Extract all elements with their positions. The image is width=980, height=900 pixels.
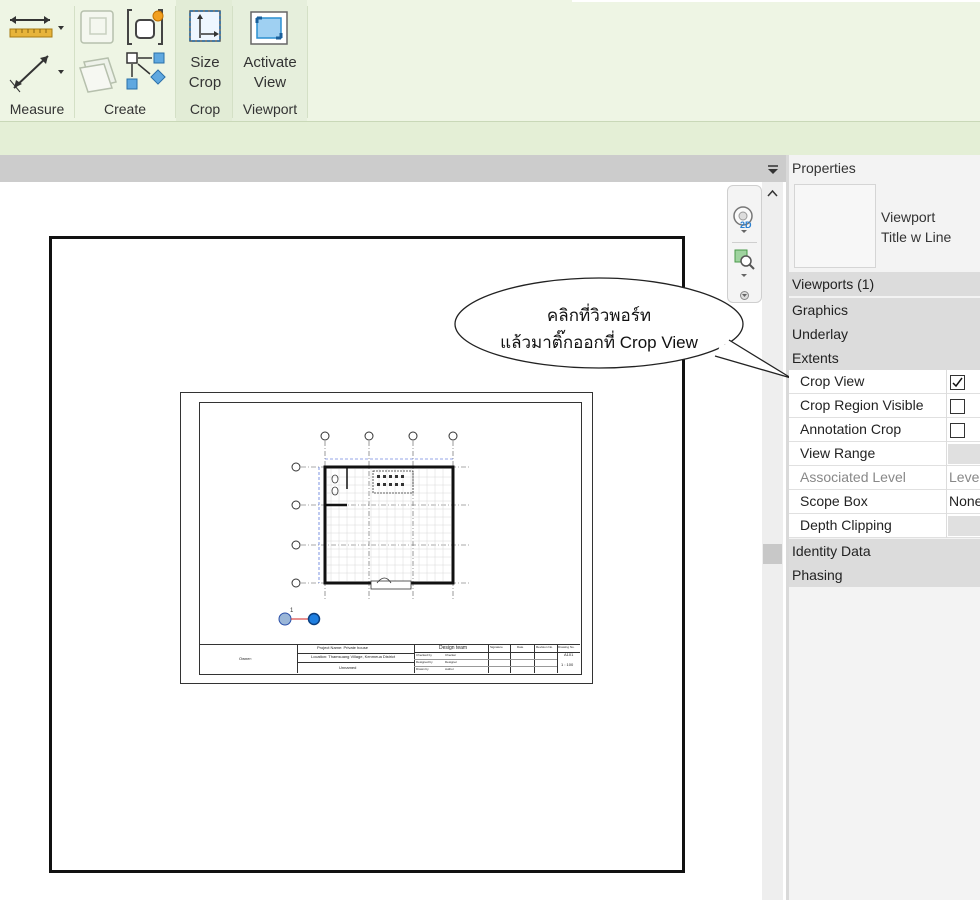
type-preview-thumbnail [794,184,876,268]
tb-design-team: Design team [439,645,468,651]
size-crop-label-2: Crop [188,74,222,91]
scrollbar-thumb[interactable] [763,544,782,564]
view-title-number: 1 [290,608,294,614]
prop-row-associated-level: Associated Level Leve [789,466,980,490]
size-crop-icon [187,8,223,46]
properties-title: Properties [792,160,856,176]
tb-col-drawing-no: Drawing No. [558,645,575,649]
floor-plan-drawing [291,431,471,599]
panel-label-measure: Measure [9,101,65,117]
viewport-selected[interactable]: 1 Owner: Project Name: Private house Loc… [180,392,593,684]
prop-row-view-range: View Range [789,442,980,466]
checkmark-icon [952,377,963,388]
prop-row-annotation-crop: Annotation Crop [789,418,980,442]
prop-row-crop-view: Crop View [789,370,980,394]
group-extents[interactable]: Extents [789,346,980,370]
crop-region-visible-checkbox[interactable] [950,399,965,414]
sheet-views-icon[interactable] [78,52,122,94]
tb-val-author: Author [445,667,454,671]
tb-val-designer: Designer [445,660,458,664]
prop-name-depth-clipping: Depth Clipping [800,517,892,533]
tb-unnamed: Unnamed [339,665,357,670]
prop-name-associated-level: Associated Level [800,469,906,485]
group-graphics[interactable]: Graphics [789,298,980,322]
group-identity-data[interactable]: Identity Data [789,539,980,563]
callout-view-icon[interactable] [124,6,168,48]
options-bar [0,121,980,156]
tb-col-signature: Signature [490,645,503,649]
title-block: Owner: Project Name: Private house Locat… [199,644,580,673]
tb-row-checked: Checked by [416,653,432,657]
tb-project-name: Project Name: Private house [317,645,368,650]
panel-label-create: Create [103,101,147,117]
tb-drawing-no: A101 [564,652,574,657]
prop-row-depth-clipping: Depth Clipping [789,514,980,538]
callout-line-1: คลิกที่วิวพอร์ท [546,306,652,325]
tb-val-checker: Checker [445,653,457,657]
associated-level-value: Leve [949,469,980,485]
scroll-up-chevron-icon[interactable] [762,184,783,202]
view-tab-bar [0,155,786,182]
activate-view-label-2: View [253,74,287,91]
callout-line-2: แล้วมาติ๊กออกที่ Crop View [500,333,698,352]
tb-owner-label: Owner: [239,656,252,661]
callout-text: คลิกที่วิวพอร์ท แล้วมาติ๊กออกที่ Crop Vi… [470,302,728,356]
tb-row-drawn: Drawn by [416,667,429,671]
instance-filter-selector[interactable]: Viewports (1) [789,272,980,296]
steering-wheel-2d-label: 2D [740,220,752,230]
tb-col-revision: Revision No. [536,645,554,649]
group-phasing[interactable]: Phasing [789,563,980,587]
type-selector[interactable]: Viewport Title w Line [881,207,951,247]
zoom-region-icon[interactable] [733,248,757,278]
prop-name-crop-region-visible: Crop Region Visible [800,397,924,413]
ribbon: Measure Create Size Crop Crop Activate V… [0,0,980,121]
measure-between-references-icon[interactable] [6,50,68,94]
prop-row-crop-region-visible: Crop Region Visible [789,394,980,418]
prop-row-scope-box: Scope Box None [789,490,980,514]
tb-location: Location: Thamsuang Village, Kenmeua Dis… [311,654,396,659]
panel-label-crop: Crop [189,101,221,117]
prop-name-view-range: View Range [800,445,876,461]
type-type-name: Title w Line [881,229,952,245]
prop-name-crop-view: Crop View [800,373,865,389]
view-menu-chevron-icon[interactable] [766,163,780,175]
type-family-name: Viewport [881,209,936,225]
aligned-dimension-measure-icon[interactable] [6,10,68,44]
duplicate-view-icon[interactable] [78,8,120,46]
size-crop-button[interactable]: Size Crop [178,4,232,96]
crop-view-checkbox[interactable] [950,375,965,390]
size-crop-label-1: Size [190,54,220,71]
prop-name-annotation-crop: Annotation Crop [800,421,902,437]
matchline-icon[interactable] [124,50,168,92]
panel-label-viewport: Viewport [242,101,298,117]
tb-scale: 1 : 100 [561,662,574,667]
activate-view-icon [249,10,291,48]
ribbon-top-edge [572,0,980,2]
view-range-edit-button[interactable] [948,444,980,464]
tb-row-designed: Designed by [416,660,433,664]
group-underlay[interactable]: Underlay [789,322,980,346]
view-title-marker: 1 [278,608,322,627]
annotation-crop-checkbox[interactable] [950,423,965,438]
scope-box-value[interactable]: None [949,493,980,509]
depth-clipping-edit-button[interactable] [948,516,980,536]
activate-view-label-1: Activate [243,54,297,71]
activate-view-button[interactable]: Activate View [235,4,305,96]
prop-name-scope-box: Scope Box [800,493,868,509]
tb-col-date: Date [517,645,524,649]
